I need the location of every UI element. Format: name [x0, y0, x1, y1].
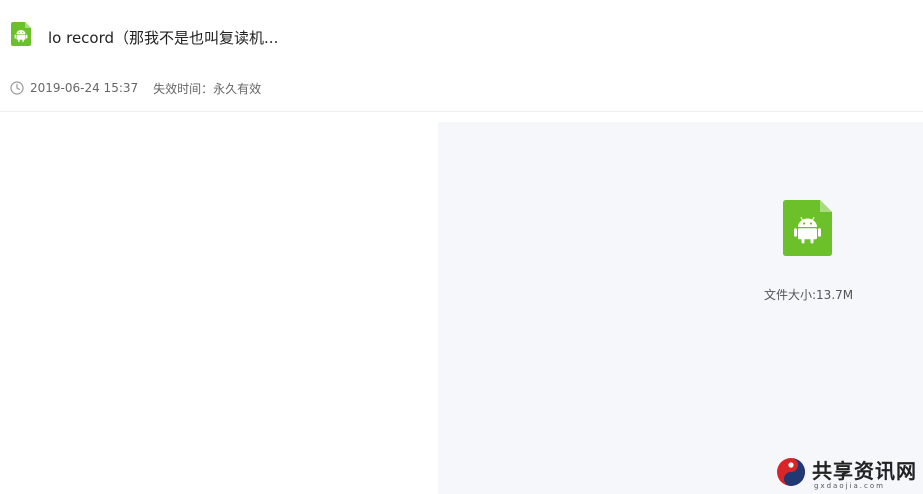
file-size-label: 文件大小: [764, 288, 817, 302]
android-file-icon [783, 200, 832, 256]
file-size: 文件大小:13.7M [764, 286, 853, 303]
expiry-value: 永久有效 [213, 81, 262, 96]
left-pane [0, 112, 438, 494]
watermark-logo [777, 458, 805, 486]
expiry-label: 失效时间： [153, 81, 214, 96]
android-file-icon [11, 22, 31, 46]
file-size-value: 13.7M [816, 288, 854, 302]
watermark-text: 共享资讯网 [812, 459, 917, 483]
file-title: lo record（那我不是也叫复读机... [48, 29, 279, 47]
watermark: 共享资讯网 gxdaojia.com [776, 455, 921, 493]
watermark-subtext: gxdaojia.com [814, 482, 885, 490]
file-preview-panel: 文件大小:13.7M [438, 122, 923, 494]
expiry-info: 失效时间：永久有效 [153, 80, 261, 97]
clock-icon [10, 81, 24, 95]
upload-date: 2019-06-24 15:37 [30, 81, 139, 95]
file-meta: 2019-06-24 15:37 失效时间：永久有效 [10, 79, 261, 97]
file-header: lo record（那我不是也叫复读机... 2019-06-24 15:37 … [0, 0, 923, 112]
